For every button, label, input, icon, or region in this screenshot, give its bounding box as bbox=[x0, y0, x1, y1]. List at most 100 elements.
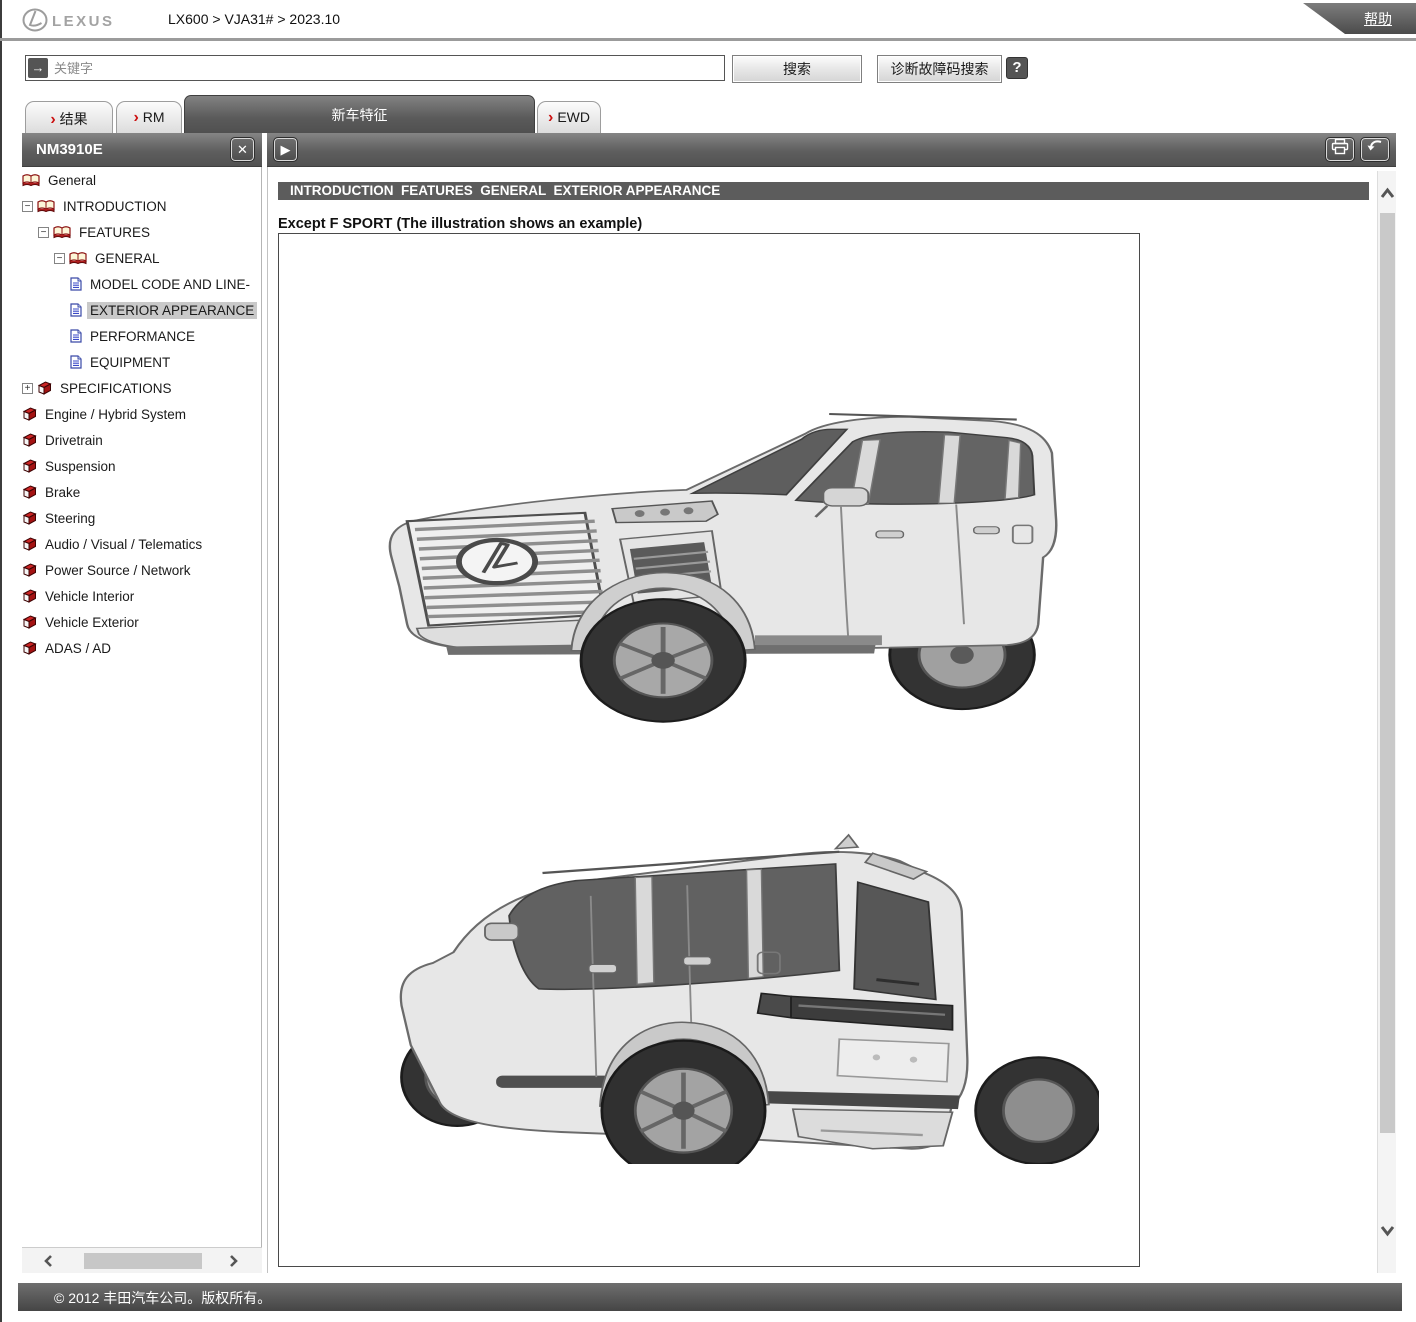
illustration-frame bbox=[278, 233, 1140, 1267]
scroll-left-icon[interactable] bbox=[42, 1254, 56, 1268]
sidebar-horizontal-scrollbar[interactable] bbox=[22, 1247, 262, 1273]
tab-ewd[interactable]: ›EWD bbox=[537, 101, 601, 133]
closed-book-icon bbox=[22, 485, 37, 499]
tab-rm[interactable]: › RM bbox=[116, 101, 182, 133]
tree-item-label[interactable]: Vehicle Interior bbox=[42, 588, 137, 605]
tree-item-performance[interactable]: PERFORMANCE bbox=[22, 323, 261, 349]
tab-new-car-features[interactable]: 新车特征 bbox=[184, 95, 535, 133]
tree-item-specifications[interactable]: + SPECIFICATIONS bbox=[22, 375, 261, 401]
content-path-header: INTRODUCTION FEATURES GENERAL EXTERIOR A… bbox=[278, 182, 1369, 200]
closed-book-icon bbox=[22, 563, 37, 577]
tab-results[interactable]: › 结果 bbox=[25, 101, 113, 133]
tab-chevron-icon: › bbox=[133, 109, 138, 126]
search-help-icon[interactable]: ? bbox=[1006, 57, 1028, 79]
tree-item-adas-ad[interactable]: ADAS / AD bbox=[22, 635, 261, 661]
tree-item-model-code[interactable]: MODEL CODE AND LINE- bbox=[22, 271, 261, 297]
header-divider bbox=[0, 38, 1416, 41]
tree-item-label[interactable]: GENERAL bbox=[92, 250, 163, 267]
tree-item-vehicle-exterior[interactable]: Vehicle Exterior bbox=[22, 609, 261, 635]
tree-item-label[interactable]: SPECIFICATIONS bbox=[57, 380, 175, 397]
tree-item-vehicle-interior[interactable]: Vehicle Interior bbox=[22, 583, 261, 609]
collapse-expander-icon[interactable]: − bbox=[22, 201, 33, 212]
tree-item-general-root[interactable]: General bbox=[22, 167, 261, 193]
input-arrow-icon: → bbox=[28, 58, 48, 78]
collapse-expander-icon[interactable]: − bbox=[38, 227, 49, 238]
tree-item-audio-visual[interactable]: Audio / Visual / Telematics bbox=[22, 531, 261, 557]
tree-item-label[interactable]: Suspension bbox=[42, 458, 119, 475]
expand-expander-icon[interactable]: + bbox=[22, 383, 33, 394]
tree-item-label[interactable]: EQUIPMENT bbox=[87, 354, 173, 371]
closed-book-icon bbox=[22, 641, 37, 655]
tree-item-label[interactable]: Steering bbox=[42, 510, 98, 527]
dtc-search-button[interactable]: 诊断故障码搜索 bbox=[877, 55, 1002, 83]
content-vertical-scrollbar[interactable] bbox=[1377, 171, 1396, 1273]
closed-book-icon bbox=[22, 589, 37, 603]
tree-item-suspension[interactable]: Suspension bbox=[22, 453, 261, 479]
document-icon bbox=[70, 277, 82, 291]
close-manual-button[interactable]: ✕ bbox=[230, 137, 255, 162]
tree-item-label[interactable]: Vehicle Exterior bbox=[42, 614, 142, 631]
tab-chevron-icon: › bbox=[50, 111, 55, 128]
manual-toolbar: NM3910E ✕ bbox=[22, 133, 262, 167]
collapse-expander-icon[interactable]: − bbox=[54, 253, 65, 264]
vertical-scroll-thumb[interactable] bbox=[1380, 213, 1395, 1133]
suv-rear-three-quarter-view bbox=[357, 806, 1099, 1164]
tree-item-brake[interactable]: Brake bbox=[22, 479, 261, 505]
print-button[interactable] bbox=[1325, 137, 1355, 162]
closed-book-icon bbox=[22, 407, 37, 421]
tree-item-exterior-appearance[interactable]: EXTERIOR APPEARANCE bbox=[22, 297, 261, 323]
breadcrumb: LX600 > VJA31# > 2023.10 bbox=[168, 11, 340, 27]
tree-item-label[interactable]: FEATURES bbox=[76, 224, 153, 241]
open-book-icon bbox=[69, 251, 87, 265]
closed-book-icon bbox=[22, 537, 37, 551]
tree-item-label[interactable]: Audio / Visual / Telematics bbox=[42, 536, 205, 553]
tree-item-label[interactable]: MODEL CODE AND LINE- bbox=[87, 276, 253, 293]
closed-book-icon bbox=[22, 433, 37, 447]
tree-item-label[interactable]: Engine / Hybrid System bbox=[42, 406, 189, 423]
manual-code: NM3910E bbox=[36, 141, 103, 158]
close-icon: ✕ bbox=[237, 142, 248, 157]
tree-item-steering[interactable]: Steering bbox=[22, 505, 261, 531]
tree-item-engine-hybrid[interactable]: Engine / Hybrid System bbox=[22, 401, 261, 427]
content-subtitle: Except F SPORT (The illustration shows a… bbox=[278, 216, 642, 232]
tree-item-label[interactable]: INTRODUCTION bbox=[60, 198, 170, 215]
closed-book-icon bbox=[22, 511, 37, 525]
tree-item-label[interactable]: Drivetrain bbox=[42, 432, 106, 449]
tree-item-features[interactable]: − FEATURES bbox=[22, 219, 261, 245]
tree-item-label[interactable]: General bbox=[45, 172, 99, 189]
search-input[interactable] bbox=[25, 55, 725, 81]
tree-item-equipment[interactable]: EQUIPMENT bbox=[22, 349, 261, 375]
tree-item-label[interactable]: Brake bbox=[42, 484, 83, 501]
tab-chevron-icon: › bbox=[548, 109, 553, 126]
tree-item-introduction[interactable]: − INTRODUCTION bbox=[22, 193, 261, 219]
tree-item-label-selected[interactable]: EXTERIOR APPEARANCE bbox=[87, 302, 257, 319]
closed-book-icon bbox=[37, 381, 52, 395]
content-toolbar: ▶ bbox=[267, 133, 1396, 167]
return-arrow-icon bbox=[1366, 138, 1384, 154]
tree-item-label[interactable]: ADAS / AD bbox=[42, 640, 114, 657]
return-button[interactable] bbox=[1360, 137, 1390, 162]
tree-item-drivetrain[interactable]: Drivetrain bbox=[22, 427, 261, 453]
open-book-icon bbox=[53, 225, 71, 239]
search-button[interactable]: 搜索 bbox=[732, 55, 862, 83]
tab-label: RM bbox=[143, 109, 165, 125]
horizontal-scroll-thumb[interactable] bbox=[84, 1253, 202, 1269]
closed-book-icon bbox=[22, 459, 37, 473]
tab-label: 新车特征 bbox=[332, 107, 388, 123]
scroll-right-icon[interactable] bbox=[226, 1254, 240, 1268]
tree-item-label[interactable]: PERFORMANCE bbox=[87, 328, 198, 345]
document-icon bbox=[70, 329, 82, 343]
play-icon: ▶ bbox=[281, 142, 291, 157]
navigation-tree: General − INTRODUCTION − FEATURES − GENE… bbox=[22, 167, 262, 1247]
tree-item-label[interactable]: Power Source / Network bbox=[42, 562, 194, 579]
closed-book-icon bbox=[22, 615, 37, 629]
tree-item-power-source[interactable]: Power Source / Network bbox=[22, 557, 261, 583]
help-button[interactable]: 帮助 bbox=[1303, 3, 1416, 34]
scroll-down-icon[interactable] bbox=[1380, 1223, 1395, 1237]
document-content: INTRODUCTION FEATURES GENERAL EXTERIOR A… bbox=[267, 167, 1377, 1273]
scroll-up-icon[interactable] bbox=[1380, 187, 1395, 201]
expand-panel-button[interactable]: ▶ bbox=[273, 137, 298, 162]
tree-item-general[interactable]: − GENERAL bbox=[22, 245, 261, 271]
window-left-edge bbox=[0, 0, 2, 1322]
tab-label: 结果 bbox=[60, 111, 88, 127]
